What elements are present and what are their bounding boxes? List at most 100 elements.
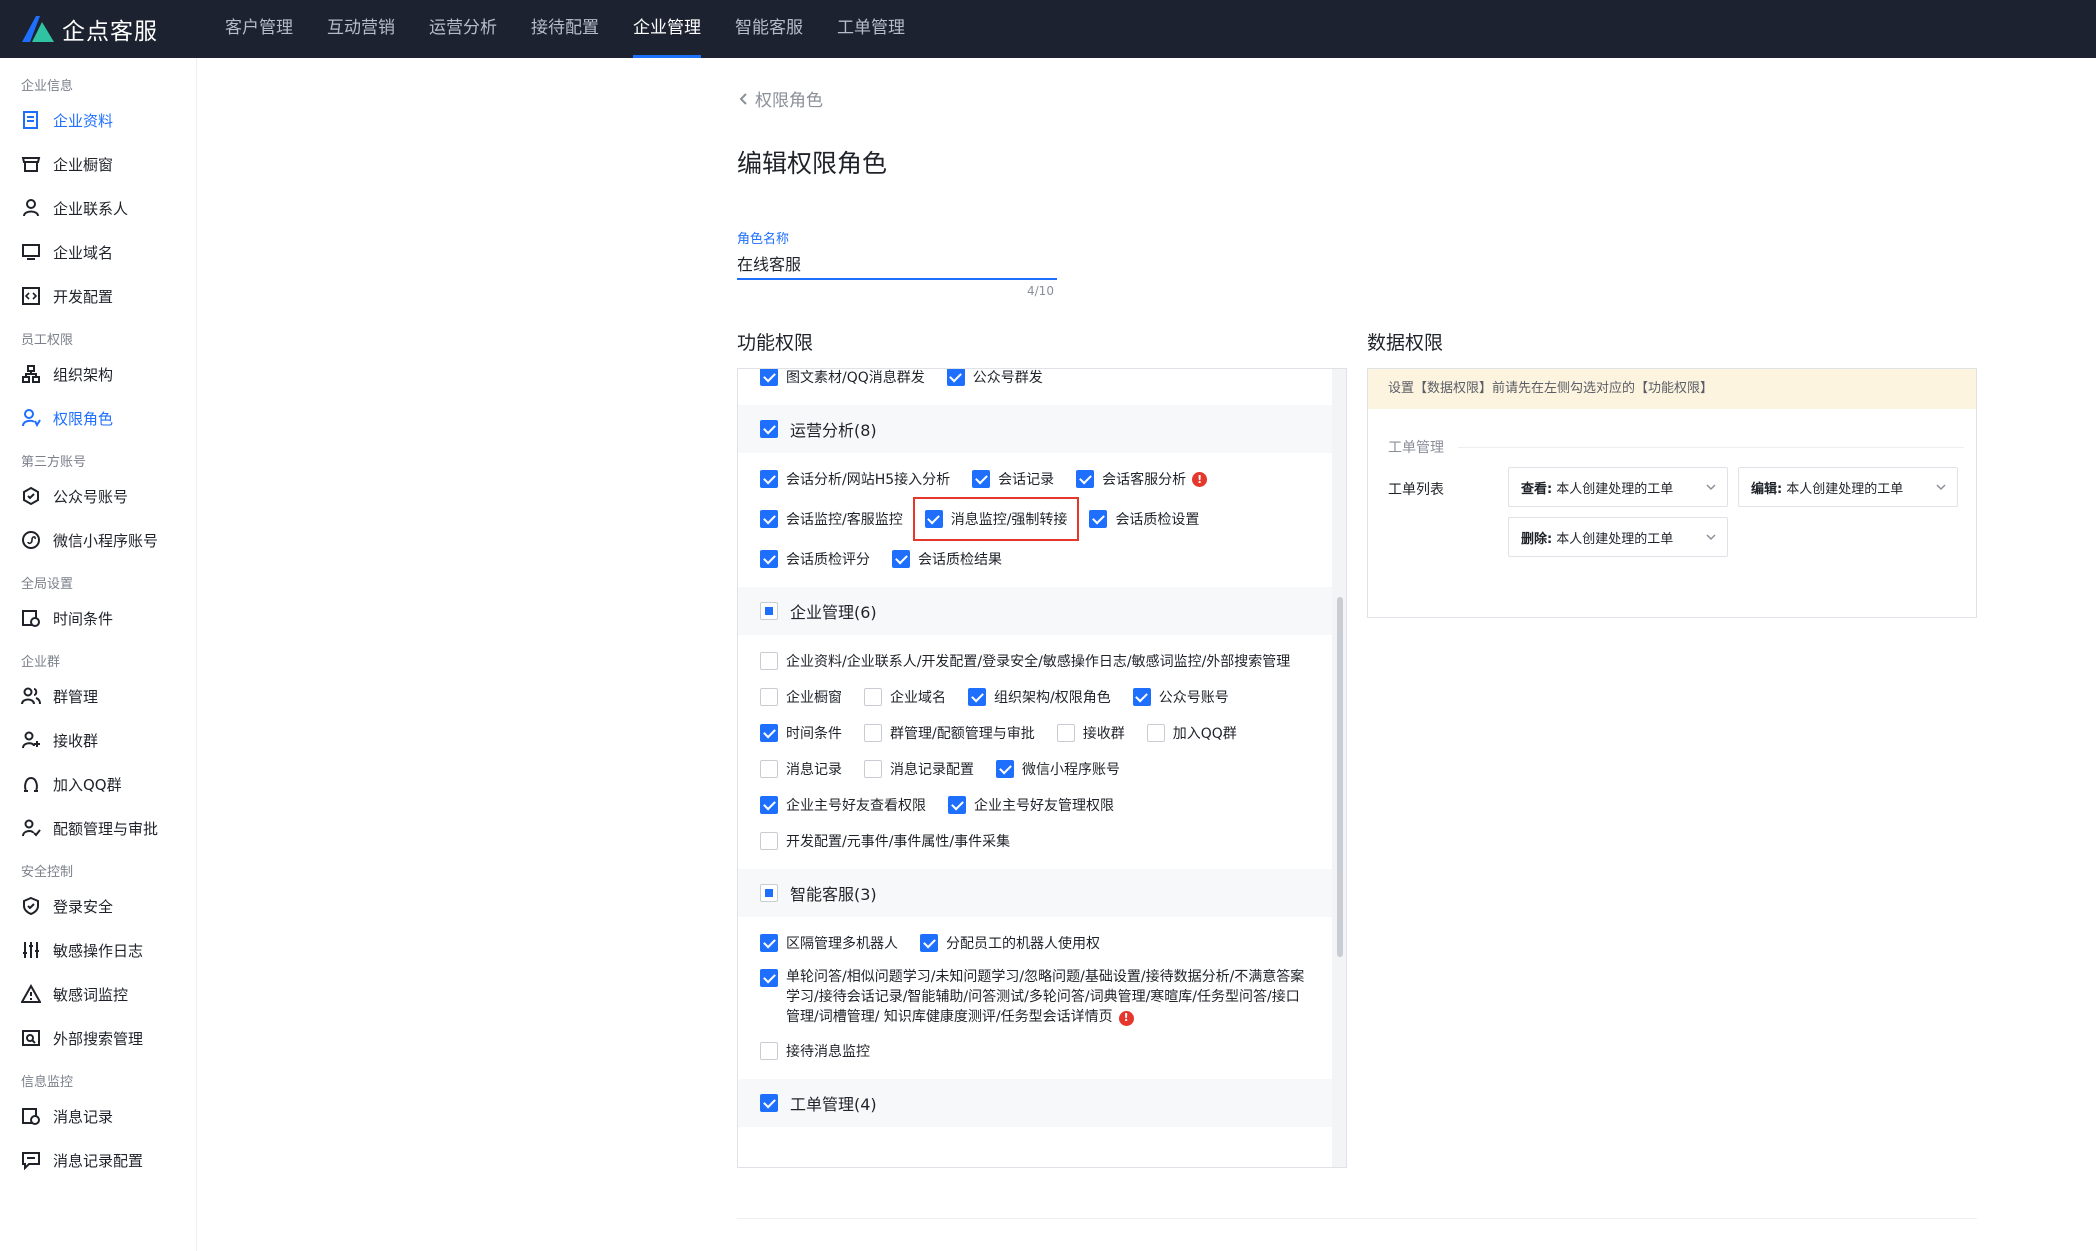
perm-checkbox[interactable]: 群管理/配额管理与审批 <box>864 715 1035 751</box>
checkbox[interactable] <box>1132 688 1151 706</box>
scrollbar[interactable] <box>1332 369 1346 1167</box>
checkbox[interactable] <box>968 688 986 706</box>
perm-checkbox[interactable]: 会话客服分析! <box>1076 461 1208 497</box>
perm-checkbox[interactable]: 企业主号好友管理权限 <box>948 787 1114 823</box>
perm-checkbox[interactable]: 分配员工的机器人使用权 <box>920 925 1100 961</box>
sidebar-item-login-security[interactable]: 登录安全 <box>0 884 196 928</box>
sidebar-item-org[interactable]: 组织架构 <box>0 352 196 396</box>
nav-ai-service[interactable]: 智能客服 <box>718 0 820 58</box>
sidebar-item-op-log[interactable]: 敏感操作日志 <box>0 928 196 972</box>
back-link[interactable]: 权限角色 <box>737 86 823 111</box>
alert-icon[interactable]: ! <box>1192 471 1208 487</box>
perm-row-multiline[interactable]: 单轮问答/相似问题学习/未知问题学习/忽略问题/基础设置/接待数据分析/不满意答… <box>738 961 1334 1033</box>
sidebar-item-mini-program[interactable]: 微信小程序账号 <box>0 518 196 562</box>
nav-customer[interactable]: 客户管理 <box>208 0 310 58</box>
sidebar-item-enterprise-profile[interactable]: 企业资料 <box>0 98 196 142</box>
checkbox[interactable] <box>1089 510 1108 528</box>
checkbox[interactable] <box>760 760 778 778</box>
checkbox[interactable] <box>760 832 778 850</box>
perm-checkbox[interactable]: 消息记录配置 <box>864 751 974 787</box>
checkbox[interactable] <box>892 550 910 568</box>
perm-checkbox[interactable]: 企业资料/企业联系人/开发配置/登录安全/敏感操作日志/敏感词监控/外部搜索管理 <box>760 643 1290 679</box>
sidebar-item-external-search[interactable]: 外部搜索管理 <box>0 1016 196 1060</box>
group-checkbox[interactable] <box>760 1094 778 1112</box>
view-scope-select[interactable]: 查看: 本人创建处理的工单 <box>1508 467 1728 507</box>
perm-checkbox[interactable]: 加入QQ群 <box>1146 715 1237 751</box>
perm-checkbox[interactable]: 微信小程序账号 <box>996 751 1120 787</box>
checkbox[interactable] <box>948 796 966 814</box>
perm-checkbox[interactable]: 企业主号好友查看权限 <box>760 787 926 823</box>
alert-icon[interactable]: ! <box>1118 1010 1134 1026</box>
sidebar-item-receive-group[interactable]: 接收群 <box>0 718 196 762</box>
sidebar-item-message-config[interactable]: 消息记录配置 <box>0 1138 196 1182</box>
checkbox[interactable] <box>996 760 1014 778</box>
checkbox[interactable] <box>760 724 778 742</box>
perm-checkbox[interactable]: 会话质检评分 <box>760 541 870 577</box>
nav-analysis[interactable]: 运营分析 <box>412 0 514 58</box>
checkbox[interactable] <box>760 510 778 528</box>
group-header-work-order[interactable]: 工单管理(4) <box>738 1079 1334 1127</box>
checkbox[interactable] <box>946 369 965 386</box>
nav-enterprise[interactable]: 企业管理 <box>616 0 718 58</box>
sidebar-item-dev-config[interactable]: 开发配置 <box>0 274 196 318</box>
sidebar-item-message-record[interactable]: 消息记录 <box>0 1094 196 1138</box>
checkbox[interactable] <box>760 652 778 670</box>
sidebar-item-contacts[interactable]: 企业联系人 <box>0 186 196 230</box>
perm-checkbox[interactable]: 会话记录 <box>972 461 1054 497</box>
brand-logo[interactable]: 企点客服 <box>18 12 208 46</box>
checkbox[interactable] <box>924 510 943 528</box>
group-header-ops[interactable]: 运营分析(8) <box>738 405 1334 453</box>
perm-checkbox[interactable]: 公众号账号 <box>1132 679 1229 715</box>
perm-checkbox[interactable]: 公众号群发 <box>946 369 1043 395</box>
scrollbar-thumb[interactable] <box>1337 597 1343 957</box>
perm-checkbox-highlighted[interactable]: 消息监控/强制转接 <box>912 497 1080 541</box>
nav-reception[interactable]: 接待配置 <box>514 0 616 58</box>
perm-checkbox[interactable]: 区隔管理多机器人 <box>760 925 898 961</box>
edit-scope-select[interactable]: 编辑: 本人创建处理的工单 <box>1738 467 1958 507</box>
sidebar-item-join-qq[interactable]: 加入QQ群 <box>0 762 196 806</box>
sidebar-item-time-condition[interactable]: 时间条件 <box>0 596 196 640</box>
group-header-ai[interactable]: 智能客服(3) <box>738 869 1334 917</box>
perm-checkbox[interactable]: 组织架构/权限角色 <box>968 679 1111 715</box>
group-checkbox[interactable] <box>760 420 778 438</box>
checkbox[interactable] <box>864 724 882 742</box>
nav-work-order[interactable]: 工单管理 <box>820 0 922 58</box>
sidebar-item-group-manage[interactable]: 群管理 <box>0 674 196 718</box>
perm-checkbox[interactable]: 会话质检设置 <box>1089 501 1199 537</box>
group-checkbox[interactable] <box>760 602 778 620</box>
checkbox[interactable] <box>760 688 778 706</box>
perm-checkbox[interactable]: 企业橱窗 <box>760 679 842 715</box>
role-name-input[interactable] <box>737 248 1057 280</box>
checkbox[interactable] <box>972 470 991 488</box>
checkbox[interactable] <box>760 550 778 568</box>
checkbox[interactable] <box>760 1042 778 1060</box>
checkbox[interactable] <box>1076 470 1095 488</box>
sidebar-item-domain[interactable]: 企业域名 <box>0 230 196 274</box>
sidebar-item-roles[interactable]: 权限角色 <box>0 396 196 440</box>
perm-checkbox[interactable]: 时间条件 <box>760 715 842 751</box>
checkbox[interactable] <box>760 796 778 814</box>
checkbox[interactable] <box>864 688 882 706</box>
perm-checkbox[interactable]: 图文素材/QQ消息群发 <box>760 369 925 395</box>
sidebar-item-word-monitor[interactable]: 敏感词监控 <box>0 972 196 1016</box>
perm-checkbox[interactable]: 会话监控/客服监控 <box>760 501 903 537</box>
group-header-enterprise[interactable]: 企业管理(6) <box>738 587 1334 635</box>
perm-checkbox[interactable]: 接待消息监控 <box>760 1033 870 1069</box>
sidebar-item-showcase[interactable]: 企业橱窗 <box>0 142 196 186</box>
checkbox[interactable] <box>760 969 778 987</box>
sidebar-item-quota[interactable]: 配额管理与审批 <box>0 806 196 850</box>
delete-scope-select[interactable]: 删除: 本人创建处理的工单 <box>1508 517 1728 557</box>
checkbox[interactable] <box>760 470 778 488</box>
perm-checkbox[interactable]: 会话分析/网站H5接入分析 <box>760 461 950 497</box>
group-checkbox[interactable] <box>760 884 778 902</box>
checkbox[interactable] <box>1146 724 1165 742</box>
perm-checkbox[interactable]: 开发配置/元事件/事件属性/事件采集 <box>760 823 1010 859</box>
nav-marketing[interactable]: 互动营销 <box>310 0 412 58</box>
checkbox[interactable] <box>920 934 938 952</box>
checkbox[interactable] <box>760 369 778 386</box>
perm-checkbox[interactable]: 会话质检结果 <box>892 541 1002 577</box>
perm-checkbox[interactable]: 消息记录 <box>760 751 842 787</box>
checkbox[interactable] <box>864 760 882 778</box>
checkbox[interactable] <box>1056 724 1075 742</box>
checkbox[interactable] <box>760 934 778 952</box>
